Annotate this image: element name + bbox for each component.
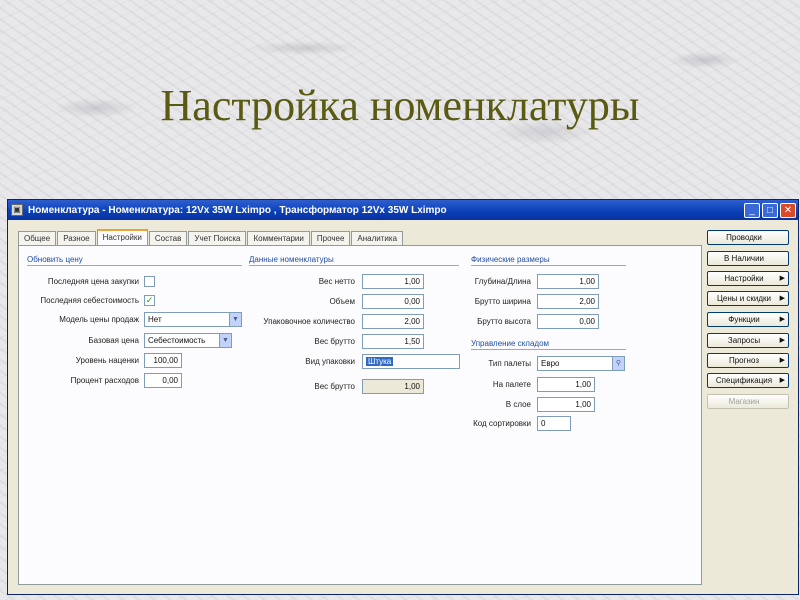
gross-weight-label: Вес брутто (314, 337, 355, 346)
queries-button[interactable]: Запросы ▶ (707, 333, 789, 348)
arrow-right-icon: ▶ (779, 357, 785, 364)
item-data-section-title: Данные номенклатуры (249, 255, 459, 266)
tab-general[interactable]: Общее (18, 231, 57, 245)
markup-label: Уровень наценки (75, 356, 139, 365)
postings-button[interactable]: Проводки (707, 230, 789, 245)
app-icon: ▣ (11, 204, 23, 216)
last-purchase-price-label: Последняя цена закупки (47, 277, 139, 286)
close-button[interactable]: ✕ (780, 202, 796, 218)
prices-discounts-button-label: Цены и скидки (716, 294, 772, 303)
arrow-right-icon: ▶ (779, 275, 785, 282)
arrow-right-icon: ▶ (779, 295, 785, 302)
tab-bar: Общее Разное Настройки Состав Учет Поиск… (18, 229, 404, 245)
window-titlebar[interactable]: ▣ Номенклатура - Номенклатура: 12Vx 35W … (8, 200, 798, 220)
pack-type-input[interactable]: Штука (362, 354, 460, 369)
tab-settings[interactable]: Настройки (96, 229, 148, 245)
chevron-down-icon: ▼ (229, 313, 241, 326)
settings-menu-button-label: Настройки (724, 274, 764, 283)
gross-weight-input[interactable]: 1,50 (362, 334, 424, 349)
per-layer-label: В слое (505, 400, 531, 409)
tab-composition[interactable]: Состав (148, 231, 188, 245)
arrow-right-icon: ▶ (779, 316, 785, 323)
on-hand-button[interactable]: В Наличии (707, 251, 789, 266)
nomenclature-window: ▣ Номенклатура - Номенклатура: 12Vx 35W … (7, 199, 799, 595)
last-cost-label: Последняя себестоимость (40, 296, 139, 305)
specification-button-label: Спецификация (715, 376, 773, 385)
base-price-value: Себестоимость (148, 336, 206, 345)
maximize-button[interactable]: □ (762, 202, 778, 218)
expense-percent-input[interactable]: 0,00 (144, 373, 182, 388)
weight-input[interactable]: 1,00 (362, 274, 424, 289)
height-label: Брутто высота (477, 317, 531, 326)
per-pallet-label: На палете (492, 380, 531, 389)
pack-qty-input[interactable]: 2,00 (362, 314, 424, 329)
warehouse-section-title: Управление складом (471, 339, 626, 350)
base-price-select[interactable]: Себестоимость ▼ (144, 333, 232, 348)
pack-type-value: Штука (366, 357, 394, 366)
dimensions-section-title: Физические размеры (471, 255, 626, 266)
minimize-button[interactable]: _ (744, 202, 760, 218)
last-cost-checkbox[interactable]: ✓ (144, 295, 155, 306)
last-purchase-price-checkbox[interactable] (144, 276, 155, 287)
functions-button-label: Функции (728, 315, 760, 324)
gross-weight2-label: Вес брутто (314, 382, 355, 391)
pricing-section-title: Обновить цену (27, 255, 242, 266)
per-pallet-input[interactable]: 1,00 (537, 377, 595, 392)
postings-button-label: Проводки (726, 233, 762, 242)
window-title: Номенклатура - Номенклатура: 12Vx 35W Lx… (28, 204, 447, 216)
store-button-label: Магазин (728, 397, 760, 406)
base-price-label: Базовая цена (88, 336, 139, 345)
forecast-button-label: Прогноз (728, 356, 759, 365)
width-label: Брутто ширина (474, 297, 531, 306)
tab-search[interactable]: Учет Поиска (188, 231, 247, 245)
queries-button-label: Запросы (727, 336, 761, 345)
settings-panel: Обновить цену Последняя цена закупки Пос… (18, 245, 702, 585)
search-icon: ⚲ (612, 357, 624, 370)
per-layer-input[interactable]: 1,00 (537, 397, 595, 412)
markup-input[interactable]: 100,00 (144, 353, 182, 368)
expense-percent-label: Процент расходов (70, 376, 139, 385)
on-hand-button-label: В Наличии (723, 254, 765, 263)
tab-comments[interactable]: Комментарии (247, 231, 310, 245)
sales-price-model-label: Модель цены продаж (59, 315, 139, 324)
arrow-right-icon: ▶ (779, 337, 785, 344)
functions-button[interactable]: Функции ▶ (707, 312, 789, 327)
sort-code-label: Код сортировки (473, 419, 531, 428)
prices-discounts-button[interactable]: Цены и скидки ▶ (707, 291, 789, 306)
sort-code-input[interactable]: 0 (537, 416, 571, 431)
sales-price-model-value: Нет (148, 315, 162, 324)
tab-other[interactable]: Прочее (310, 231, 351, 245)
pallet-type-value: Евро (541, 359, 560, 368)
pack-qty-label: Упаковочное количество (263, 317, 355, 326)
chevron-down-icon: ▼ (219, 334, 231, 347)
pack-type-label: Вид упаковки (305, 357, 355, 366)
slide-title: Настройка номенклатуры (160, 81, 640, 130)
settings-menu-button[interactable]: Настройки ▶ (707, 271, 789, 286)
pallet-type-label: Тип палеты (488, 359, 531, 368)
height-input[interactable]: 0,00 (537, 314, 599, 329)
depth-input[interactable]: 1,00 (537, 274, 599, 289)
depth-label: Глубина/Длина (474, 277, 531, 286)
store-button: Магазин (707, 394, 789, 409)
gross-weight2-input: 1,00 (362, 379, 424, 394)
pallet-type-select[interactable]: Евро ⚲ (537, 356, 625, 371)
volume-label: Объем (329, 297, 356, 306)
forecast-button[interactable]: Прогноз ▶ (707, 353, 789, 368)
arrow-right-icon: ▶ (779, 377, 785, 384)
weight-label: Вес нетто (318, 277, 355, 286)
width-input[interactable]: 2,00 (537, 294, 599, 309)
tab-misc[interactable]: Разное (57, 231, 96, 245)
tab-analytics[interactable]: Аналитика (351, 231, 404, 245)
volume-input[interactable]: 0,00 (362, 294, 424, 309)
sales-price-model-select[interactable]: Нет ▼ (144, 312, 242, 327)
specification-button[interactable]: Спецификация ▶ (707, 373, 789, 388)
